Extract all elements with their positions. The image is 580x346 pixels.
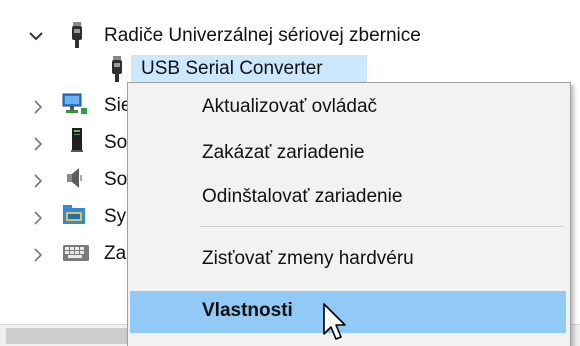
menu-item-label: Odinštalovať zariadenie <box>202 186 403 207</box>
tree-node-usb-serial-converter[interactable]: USB Serial Converter <box>0 54 580 84</box>
chevron-right-icon[interactable] <box>30 210 46 226</box>
system-folder-icon <box>62 203 85 227</box>
tree-node-label: Za <box>104 243 127 264</box>
device-manager-window: Radiče Univerzálnej sériovej zbernice US… <box>0 0 580 346</box>
usb-plug-icon <box>66 22 88 48</box>
menu-separator <box>200 226 564 227</box>
usb-plug-icon <box>106 56 128 82</box>
chevron-right-icon[interactable] <box>30 136 46 152</box>
scrollbar-thumb[interactable] <box>6 328 134 344</box>
menu-item-update-driver[interactable]: Aktualizovať ovládač <box>130 87 566 127</box>
tree-node-label: So <box>104 169 128 190</box>
chevron-down-icon[interactable] <box>28 28 44 44</box>
network-adapter-icon <box>62 92 87 116</box>
tree-node-system-devices[interactable]: Sy <box>0 201 130 231</box>
chevron-right-icon[interactable] <box>30 99 46 115</box>
menu-item-scan-hardware-changes[interactable]: Zisťovať zmeny hardvéru <box>130 239 566 279</box>
menu-item-label: Zisťovať zmeny hardvéru <box>202 248 414 269</box>
tree-node-keyboards[interactable]: Za <box>0 238 130 268</box>
chevron-right-icon[interactable] <box>30 247 46 263</box>
menu-item-disable-device[interactable]: Zakázať zariadenie <box>130 133 566 173</box>
tower-pc-icon <box>66 127 88 152</box>
menu-item-uninstall-device[interactable]: Odinštalovať zariadenie <box>130 177 566 217</box>
tree-node-software-devices[interactable]: So <box>0 127 130 157</box>
tree-node-label: Radiče Univerzálnej sériovej zbernice <box>104 25 421 46</box>
menu-item-properties[interactable]: Vlastnosti <box>130 291 566 333</box>
tree-node-label: So <box>104 132 128 153</box>
menu-item-label: Zakázať zariadenie <box>202 142 365 163</box>
menu-item-label: Vlastnosti <box>202 300 293 321</box>
tree-node-network-adapters[interactable]: Sie <box>0 90 131 120</box>
tree-node-sound-devices[interactable]: So <box>0 164 130 194</box>
chevron-right-icon[interactable] <box>30 173 46 189</box>
mouse-pointer-icon <box>322 302 348 342</box>
tree-node-label: Sy <box>104 206 127 227</box>
menu-item-label: Aktualizovať ovládač <box>202 96 378 117</box>
tree-node-usb-controllers[interactable]: Radiče Univerzálnej sériovej zbernice <box>0 20 580 50</box>
tree-node-label: USB Serial Converter <box>141 58 323 79</box>
context-menu: Aktualizovať ovládač Zakázať zariadenie … <box>127 82 571 346</box>
keyboard-icon <box>62 242 89 266</box>
speaker-icon <box>64 166 86 190</box>
